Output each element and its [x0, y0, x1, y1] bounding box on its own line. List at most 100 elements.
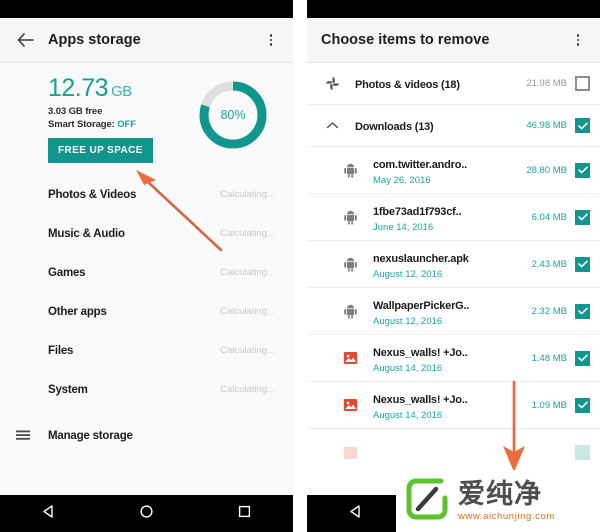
item-checkbox-checked[interactable] [575, 350, 590, 366]
category-label: Other apps [48, 305, 107, 318]
item-size: 2.32 MB [531, 305, 567, 317]
item-date: June 14, 2016 [373, 221, 434, 233]
group-size: 21.98 MB [526, 78, 567, 89]
right-app-bar: Choose items to remove [307, 18, 600, 63]
item-checkbox-checked[interactable] [575, 445, 590, 460]
android-apk-icon [337, 303, 363, 319]
item-size: 1.48 MB [531, 352, 567, 364]
item-name: 1fbe73ad1f793cf.. [373, 205, 462, 218]
apps-storage-body: 12.73 GB 3.03 GB free Smart Storage: OFF … [0, 63, 293, 532]
category-value: Calculating... [220, 306, 275, 317]
android-apk-icon [337, 256, 363, 272]
status-bar [307, 0, 600, 18]
item-date: August 14, 2016 [373, 409, 443, 421]
storage-category-row[interactable]: Files Calculating... [0, 331, 293, 370]
item-text: 1fbe73ad1f793cf.. June 14, 2016 [363, 202, 532, 233]
item-size: 1.09 MB [531, 399, 567, 411]
download-item-row-partial[interactable] [307, 429, 600, 476]
back-arrow-icon[interactable] [10, 25, 40, 55]
item-text: WallpaperPickerG.. August 12, 2016 [363, 296, 532, 327]
left-nav-bar [0, 495, 293, 532]
item-checkbox-checked[interactable] [575, 209, 590, 225]
left-phone-screenshot: Apps storage 12.73 GB 3.03 GB free Smart … [0, 0, 293, 532]
item-date: August 12, 2016 [373, 268, 443, 280]
download-item-row[interactable]: Nexus_walls! +Jo.. August 14, 2016 1.09 … [307, 382, 600, 429]
status-bar [0, 0, 293, 18]
item-date: May 26, 2016 [373, 174, 431, 186]
category-value: Calculating... [220, 228, 275, 239]
group-row-photos-videos[interactable]: Photos & videos (18) 21.98 MB [307, 63, 600, 105]
storage-donut-chart: 80% [195, 77, 271, 153]
item-name: com.twitter.andro.. [373, 158, 467, 171]
category-value: Calculating... [220, 189, 275, 200]
category-label: Files [48, 344, 74, 357]
remove-items-list: Photos & videos (18) 21.98 MB Downloads … [307, 63, 600, 532]
item-name: Nexus_walls! +Jo.. [373, 346, 468, 359]
overflow-menu-icon[interactable] [259, 34, 283, 46]
watermark-brand: 爱纯净 [458, 478, 542, 509]
item-date: August 14, 2016 [373, 362, 443, 374]
category-value: Calculating... [220, 267, 275, 278]
group-row-downloads[interactable]: Downloads (13) 46.98 MB [307, 105, 600, 147]
download-item-row[interactable]: Nexus_walls! +Jo.. August 14, 2016 1.48 … [307, 335, 600, 382]
storage-category-list: Photos & Videos Calculating... Music & A… [0, 175, 293, 409]
storage-category-row[interactable]: Games Calculating... [0, 253, 293, 292]
page-title: Choose items to remove [321, 32, 490, 48]
item-checkbox-checked[interactable] [575, 256, 590, 272]
overflow-menu-icon[interactable] [566, 34, 590, 46]
download-item-row[interactable]: com.twitter.andro.. May 26, 2016 28.80 M… [307, 147, 600, 194]
donut-percent-label: 80% [220, 108, 246, 122]
download-item-row[interactable]: WallpaperPickerG.. August 12, 2016 2.32 … [307, 288, 600, 335]
category-label: Games [48, 266, 86, 279]
watermark-text: 爱纯净 www.aichunjing.com [458, 478, 555, 522]
watermark: 爱纯净 www.aichunjing.com [396, 470, 600, 532]
category-label: System [48, 383, 88, 396]
list-lines-icon [14, 430, 32, 442]
nav-back-icon[interactable] [41, 504, 56, 524]
nav-home-icon[interactable] [139, 504, 154, 524]
item-text: Nexus_walls! +Jo.. August 14, 2016 [363, 390, 532, 421]
aichunjing-logo-icon [404, 476, 450, 527]
screenshot-stage: Apps storage 12.73 GB 3.03 GB free Smart … [0, 0, 600, 532]
category-label: Photos & Videos [48, 188, 137, 201]
manage-storage-label: Manage storage [48, 430, 133, 442]
item-text: nexuslauncher.apk August 12, 2016 [363, 249, 532, 280]
image-file-icon [337, 446, 363, 460]
android-apk-icon [337, 209, 363, 225]
storage-summary: 12.73 GB 3.03 GB free Smart Storage: OFF … [0, 63, 293, 171]
android-apk-icon [337, 162, 363, 178]
group-checkbox-unchecked[interactable] [575, 76, 590, 91]
item-size: 6.04 MB [531, 211, 567, 223]
storage-category-row[interactable]: Other apps Calculating... [0, 292, 293, 331]
chevron-up-icon[interactable] [319, 121, 345, 130]
category-label: Music & Audio [48, 227, 125, 240]
group-text: Photos & videos (18) [345, 75, 526, 93]
group-size: 46.98 MB [526, 120, 567, 131]
watermark-url: www.aichunjing.com [458, 510, 555, 522]
item-checkbox-checked[interactable] [575, 303, 590, 319]
storage-used-value: 12.73 [48, 74, 109, 102]
download-item-row[interactable]: nexuslauncher.apk August 12, 2016 2.43 M… [307, 241, 600, 288]
smart-storage-value: OFF [117, 119, 136, 131]
group-name: Photos & videos (18) [355, 78, 460, 91]
storage-category-row[interactable]: Photos & Videos Calculating... [0, 175, 293, 214]
image-file-icon [337, 398, 363, 412]
page-title: Apps storage [48, 32, 141, 48]
storage-category-row[interactable]: System Calculating... [0, 370, 293, 409]
group-checkbox-checked[interactable] [575, 118, 590, 133]
group-text: Downloads (13) [345, 117, 526, 135]
item-checkbox-checked[interactable] [575, 397, 590, 413]
item-name: Nexus_walls! +Jo.. [373, 393, 468, 406]
item-size: 28.80 MB [526, 164, 567, 176]
nav-recents-icon[interactable] [237, 504, 252, 524]
nav-back-icon[interactable] [348, 504, 363, 524]
download-item-row[interactable]: 1fbe73ad1f793cf.. June 14, 2016 6.04 MB [307, 194, 600, 241]
item-name: nexuslauncher.apk [373, 252, 469, 265]
google-photos-icon [319, 76, 345, 91]
storage-category-row[interactable]: Music & Audio Calculating... [0, 214, 293, 253]
right-phone-screenshot: Choose items to remove Photos & videos ( [307, 0, 600, 532]
manage-storage-row[interactable]: Manage storage [0, 415, 293, 457]
item-name: WallpaperPickerG.. [373, 299, 470, 312]
free-up-space-button[interactable]: FREE UP SPACE [48, 138, 153, 164]
item-checkbox-checked[interactable] [575, 162, 590, 178]
